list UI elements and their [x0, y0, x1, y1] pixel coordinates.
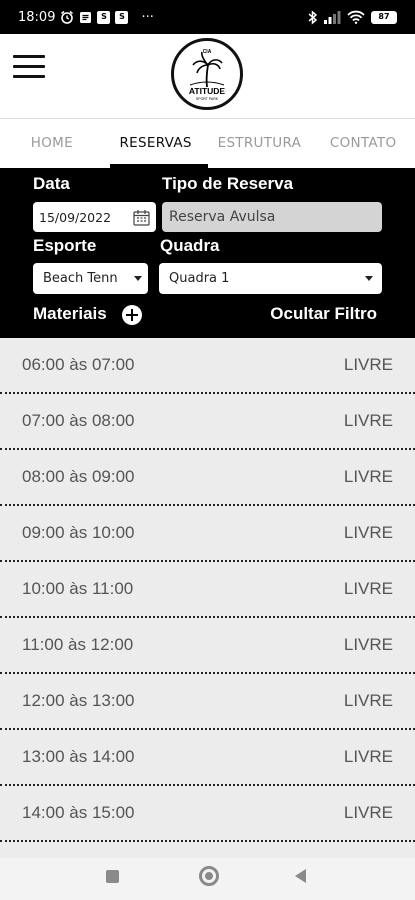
slot-status: LIVRE [343, 355, 393, 374]
alarm-icon [60, 10, 74, 24]
slot-row[interactable]: 11:00 às 12:00 LIVRE [0, 618, 415, 674]
tipo-reserva-label: Tipo de Reserva [162, 174, 294, 193]
slot-time: 10:00 às 11:00 [22, 579, 134, 598]
nav-tabs: HOME RESERVAS ESTRUTURA CONTATO [0, 118, 415, 168]
battery-icon: 87 [371, 10, 397, 24]
slot-status: LIVRE [343, 691, 393, 710]
slot-time: 11:00 às 12:00 [22, 635, 134, 654]
filter-panel: Data Tipo de Reserva 15/09/2022 Reserva … [0, 168, 415, 338]
ocultar-filtro-button[interactable]: Ocultar Filtro [270, 304, 377, 324]
logo-sub: SPORT PARK [196, 97, 219, 101]
home-icon[interactable] [199, 866, 219, 886]
slot-status: LIVRE [343, 579, 393, 598]
slot-status: LIVRE [343, 411, 393, 430]
recents-icon[interactable] [106, 870, 119, 883]
chevron-down-icon [365, 276, 373, 281]
tab-reservas[interactable]: RESERVAS [104, 119, 208, 168]
esporte-select[interactable]: Beach Tenn [33, 263, 148, 294]
tipo-reserva-field: Reserva Avulsa [162, 202, 382, 232]
tipo-reserva-value: Reserva Avulsa [169, 209, 276, 225]
slot-row[interactable]: 12:00 às 13:00 LIVRE [0, 674, 415, 730]
status-bar: 18:09 S S ··· 87 [0, 0, 415, 34]
esporte-label: Esporte [33, 236, 97, 255]
slot-status: LIVRE [343, 747, 393, 766]
esporte-value: Beach Tenn [43, 271, 118, 286]
slot-time: 08:00 às 09:00 [22, 467, 135, 486]
add-materiais-icon[interactable] [122, 305, 142, 325]
app-header: CIA ATITUDE SPORT PARK [0, 34, 415, 118]
slot-time: 07:00 às 08:00 [22, 411, 135, 430]
data-label: Data [33, 174, 70, 193]
quadra-value: Quadra 1 [169, 271, 230, 286]
date-value: 15/09/2022 [39, 209, 112, 225]
status-time: 18:09 [18, 9, 56, 25]
slot-row[interactable]: 09:00 às 10:00 LIVRE [0, 506, 415, 562]
quadra-select[interactable]: Quadra 1 [159, 263, 382, 294]
more-notifications-icon: ··· [141, 9, 154, 25]
system-nav-bar [0, 858, 415, 900]
logo[interactable]: CIA ATITUDE SPORT PARK [171, 38, 243, 110]
slot-status: LIVRE [343, 467, 393, 486]
chevron-down-icon [134, 276, 142, 281]
menu-icon[interactable] [13, 55, 45, 81]
quadra-label: Quadra [160, 236, 220, 255]
slot-status: LIVRE [343, 803, 393, 822]
calendar-icon[interactable] [133, 209, 150, 226]
slot-row[interactable]: 06:00 às 07:00 LIVRE [0, 338, 415, 394]
date-field[interactable]: 15/09/2022 [33, 202, 156, 232]
wifi-icon [347, 10, 365, 24]
s-app-icon: S [97, 10, 111, 24]
slot-time: 12:00 às 13:00 [22, 691, 135, 710]
slot-status: LIVRE [343, 635, 393, 654]
slot-row[interactable]: 10:00 às 11:00 LIVRE [0, 562, 415, 618]
logo-name: ATITUDE [189, 86, 226, 96]
slot-row[interactable]: 08:00 às 09:00 LIVRE [0, 450, 415, 506]
materiais-label[interactable]: Materiais [33, 304, 107, 324]
slot-time: 14:00 às 15:00 [22, 803, 135, 822]
bluetooth-icon [308, 9, 318, 25]
tab-home[interactable]: HOME [0, 119, 104, 168]
slot-row[interactable]: 14:00 às 15:00 LIVRE [0, 786, 415, 842]
back-icon[interactable] [295, 869, 306, 883]
slot-time: 06:00 às 07:00 [22, 355, 135, 374]
tab-contato[interactable]: CONTATO [311, 119, 415, 168]
slot-time: 13:00 às 14:00 [22, 747, 135, 766]
signal-icon [324, 10, 341, 24]
s-app-icon-2: S [115, 10, 129, 24]
slots-list: 06:00 às 07:00 LIVRE 07:00 às 08:00 LIVRE 08… [0, 338, 415, 858]
slot-time: 09:00 às 10:00 [22, 523, 135, 542]
slot-row[interactable]: 07:00 às 08:00 LIVRE [0, 394, 415, 450]
tab-estrutura[interactable]: ESTRUTURA [208, 119, 312, 168]
slot-status: LIVRE [343, 523, 393, 542]
logo-top-text: CIA [203, 49, 212, 55]
slot-row[interactable]: 13:00 às 14:00 LIVRE [0, 730, 415, 786]
notes-icon [79, 11, 92, 24]
